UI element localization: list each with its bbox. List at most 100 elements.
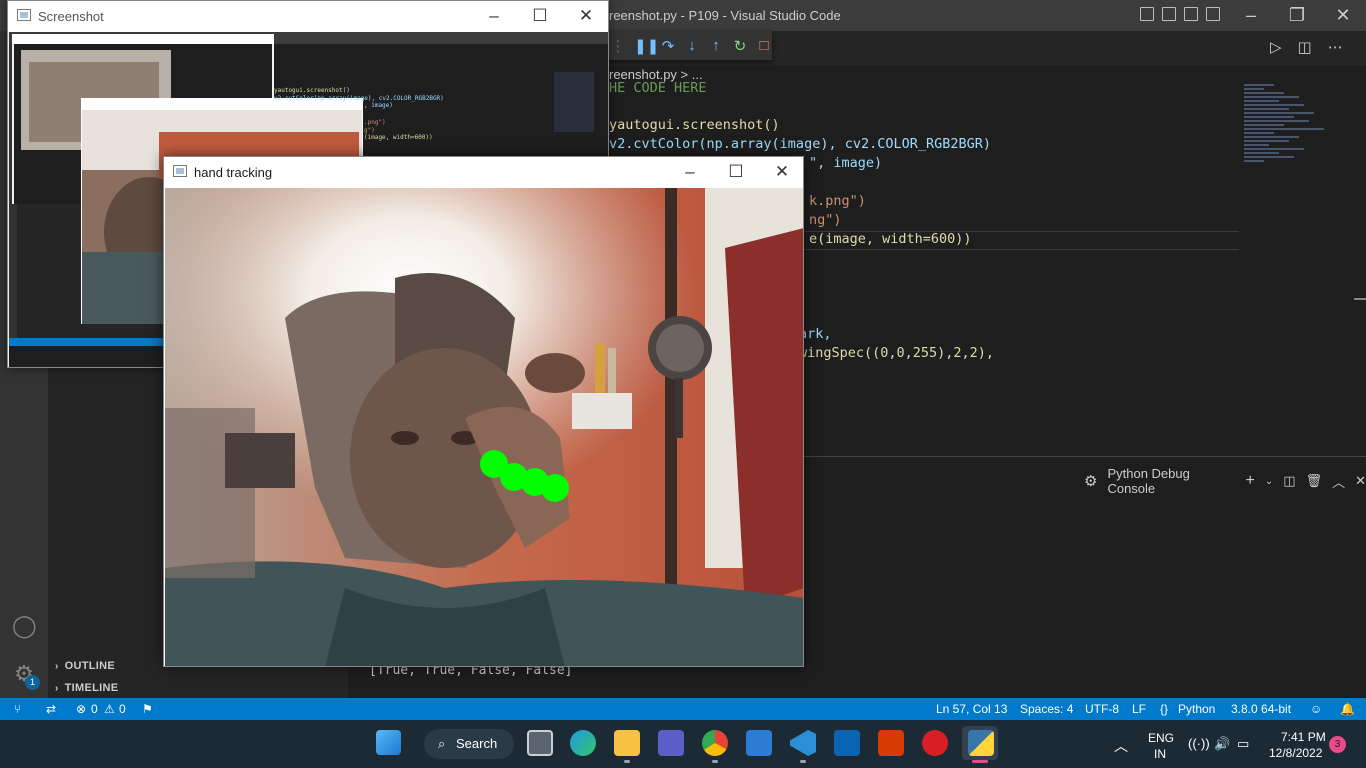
errors-icon[interactable]: ⊗	[76, 702, 86, 716]
mail-icon[interactable]	[746, 730, 772, 756]
timeline-label: TIMELINE	[64, 682, 119, 694]
run-icon[interactable]: ▷	[1270, 38, 1282, 56]
minimap[interactable]	[1244, 84, 1354, 234]
code-line[interactable]: k.png")	[809, 193, 866, 209]
step-into-icon[interactable]: ↓	[684, 37, 700, 54]
office-icon[interactable]	[878, 730, 904, 756]
debug-console-icon: ⚙	[1084, 473, 1098, 490]
window-icon	[173, 165, 187, 177]
close-panel-icon[interactable]: ✕	[1355, 473, 1366, 489]
maximize-panel-icon[interactable]: ︿	[1332, 472, 1345, 491]
close-button[interactable]: ✕	[563, 1, 608, 32]
pause-icon[interactable]: ❚❚	[634, 37, 659, 55]
debug-icon[interactable]: ⚑	[142, 702, 153, 716]
running-indicator	[624, 760, 630, 763]
code-line[interactable]: ng")	[809, 212, 842, 228]
toggle-panel-icon[interactable]	[1162, 7, 1176, 21]
webcam-feed	[165, 188, 803, 666]
minimize-button[interactable]: –	[1228, 0, 1274, 31]
chrome-icon[interactable]	[702, 730, 728, 756]
drag-handle-icon[interactable]: ⋮	[610, 37, 626, 55]
braces-icon: {}	[1160, 702, 1169, 716]
close-button[interactable]: ✕	[1320, 0, 1366, 31]
svg-text:v2.cvtColor(np.array(image), c: v2.cvtColor(np.array(image), cv2.COLOR_R…	[274, 95, 444, 102]
errors-count[interactable]: 0	[91, 702, 98, 716]
stop-icon[interactable]: □	[756, 37, 772, 54]
battery-icon[interactable]: ▭	[1237, 736, 1249, 752]
cursor-position[interactable]: Ln 57, Col 13	[936, 702, 1007, 716]
status-bar: ⑂ ⇄ ⊗ 0 ⚠ 0 ⚑ Ln 57, Col 13 Spaces: 4 UT…	[0, 698, 1366, 720]
step-over-icon[interactable]: ↷	[660, 37, 676, 55]
step-out-icon[interactable]: ↑	[708, 37, 724, 54]
language-mode[interactable]: Python	[1178, 702, 1215, 716]
maximize-button[interactable]: ☐	[713, 157, 759, 188]
code-line[interactable]: v2.cvtColor(np.array(image), cv2.COLOR_R…	[609, 136, 991, 152]
minimize-button[interactable]: –	[667, 157, 713, 188]
warnings-count[interactable]: 0	[119, 702, 126, 716]
search-icon: ⌕	[438, 736, 446, 751]
active-indicator	[972, 760, 988, 763]
source-control-icon[interactable]: ⑂	[14, 702, 21, 716]
timeline-section[interactable]: › TIMELINE	[55, 682, 118, 694]
window-icon	[17, 9, 31, 21]
indentation[interactable]: Spaces: 4	[1020, 702, 1073, 716]
split-terminal-icon[interactable]: ◫	[1283, 473, 1295, 489]
language-sub: IN	[1154, 747, 1166, 761]
interpreter[interactable]: 3.8.0 64-bit	[1231, 702, 1291, 716]
feedback-icon[interactable]: ☺	[1310, 702, 1322, 716]
code-line[interactable]: wingSpec((0,0,255),2,2),	[799, 345, 994, 361]
clock-time[interactable]: 7:41 PM	[1281, 730, 1326, 744]
windows-start-icon[interactable]	[376, 730, 401, 755]
add-terminal-icon[interactable]: +	[1246, 472, 1255, 490]
split-editor-icon[interactable]: ◫	[1298, 38, 1312, 56]
svg-text:(image, width=600)): (image, width=600))	[364, 134, 433, 141]
chevron-up-icon[interactable]: ︿	[1114, 736, 1128, 756]
language-indicator[interactable]: ENG	[1148, 731, 1174, 745]
chevron-right-icon: ›	[55, 661, 59, 672]
code-line[interactable]: ", image)	[809, 155, 882, 171]
hand-tracking-window[interactable]: hand tracking – ☐ ✕	[163, 156, 804, 667]
svg-text:.png"): .png")	[364, 119, 386, 126]
panel-header: ⚙ Python Debug Console + ⌄ ◫ 🗑 ︿ ✕	[1084, 466, 1366, 496]
python-icon[interactable]	[968, 730, 994, 756]
chevron-down-icon[interactable]: ⌄	[1265, 476, 1273, 487]
trash-icon[interactable]: 🗑	[1306, 473, 1323, 489]
notification-badge[interactable]: 3	[1329, 736, 1346, 753]
toggle-secondary-sidebar-icon[interactable]	[1184, 7, 1198, 21]
account-icon[interactable]: ◯	[12, 614, 37, 638]
warnings-icon[interactable]: ⚠	[104, 702, 115, 716]
edge-icon[interactable]	[570, 730, 596, 756]
minimize-button[interactable]: –	[471, 1, 517, 32]
restart-icon[interactable]: ↻	[732, 37, 748, 55]
notifications-icon[interactable]: 🔔	[1340, 702, 1355, 716]
panel-title[interactable]: Python Debug Console	[1107, 466, 1235, 496]
task-view-icon[interactable]	[527, 730, 553, 756]
wifi-icon[interactable]: ((·))	[1188, 736, 1210, 751]
taskbar-search-button[interactable]: ⌕ Search	[424, 729, 514, 759]
chevron-right-icon: ›	[55, 683, 59, 694]
line-ending[interactable]: LF	[1132, 702, 1146, 716]
volume-icon[interactable]: 🔊	[1214, 736, 1230, 752]
running-indicator	[712, 760, 718, 763]
editor-actions: ▷ ◫ ⋯	[1270, 38, 1343, 56]
outlook-icon[interactable]	[834, 730, 860, 756]
code-line[interactable]: HE CODE HERE	[609, 80, 707, 96]
close-button[interactable]: ✕	[759, 157, 803, 188]
restore-button[interactable]: ❐	[1274, 0, 1320, 31]
screenshot-titlebar[interactable]: Screenshot – ☐ ✕	[8, 1, 608, 32]
remote-icon[interactable]: ⇄	[46, 702, 56, 716]
clock-date[interactable]: 12/8/2022	[1269, 746, 1322, 760]
customize-layout-icon[interactable]	[1206, 7, 1220, 21]
file-explorer-icon[interactable]	[614, 730, 640, 756]
teams-icon[interactable]	[658, 730, 684, 756]
hand-tracking-titlebar[interactable]: hand tracking – ☐ ✕	[164, 157, 803, 188]
maximize-button[interactable]: ☐	[517, 1, 563, 32]
scroll-indicator	[1354, 298, 1366, 300]
toggle-sidebar-icon[interactable]	[1140, 7, 1154, 21]
code-line[interactable]: e(image, width=600))	[809, 231, 972, 247]
encoding[interactable]: UTF-8	[1085, 702, 1119, 716]
code-line[interactable]: yautogui.screenshot()	[609, 117, 780, 133]
outline-section[interactable]: › OUTLINE	[55, 660, 115, 672]
opera-icon[interactable]	[922, 730, 948, 756]
more-actions-icon[interactable]: ⋯	[1328, 38, 1343, 56]
